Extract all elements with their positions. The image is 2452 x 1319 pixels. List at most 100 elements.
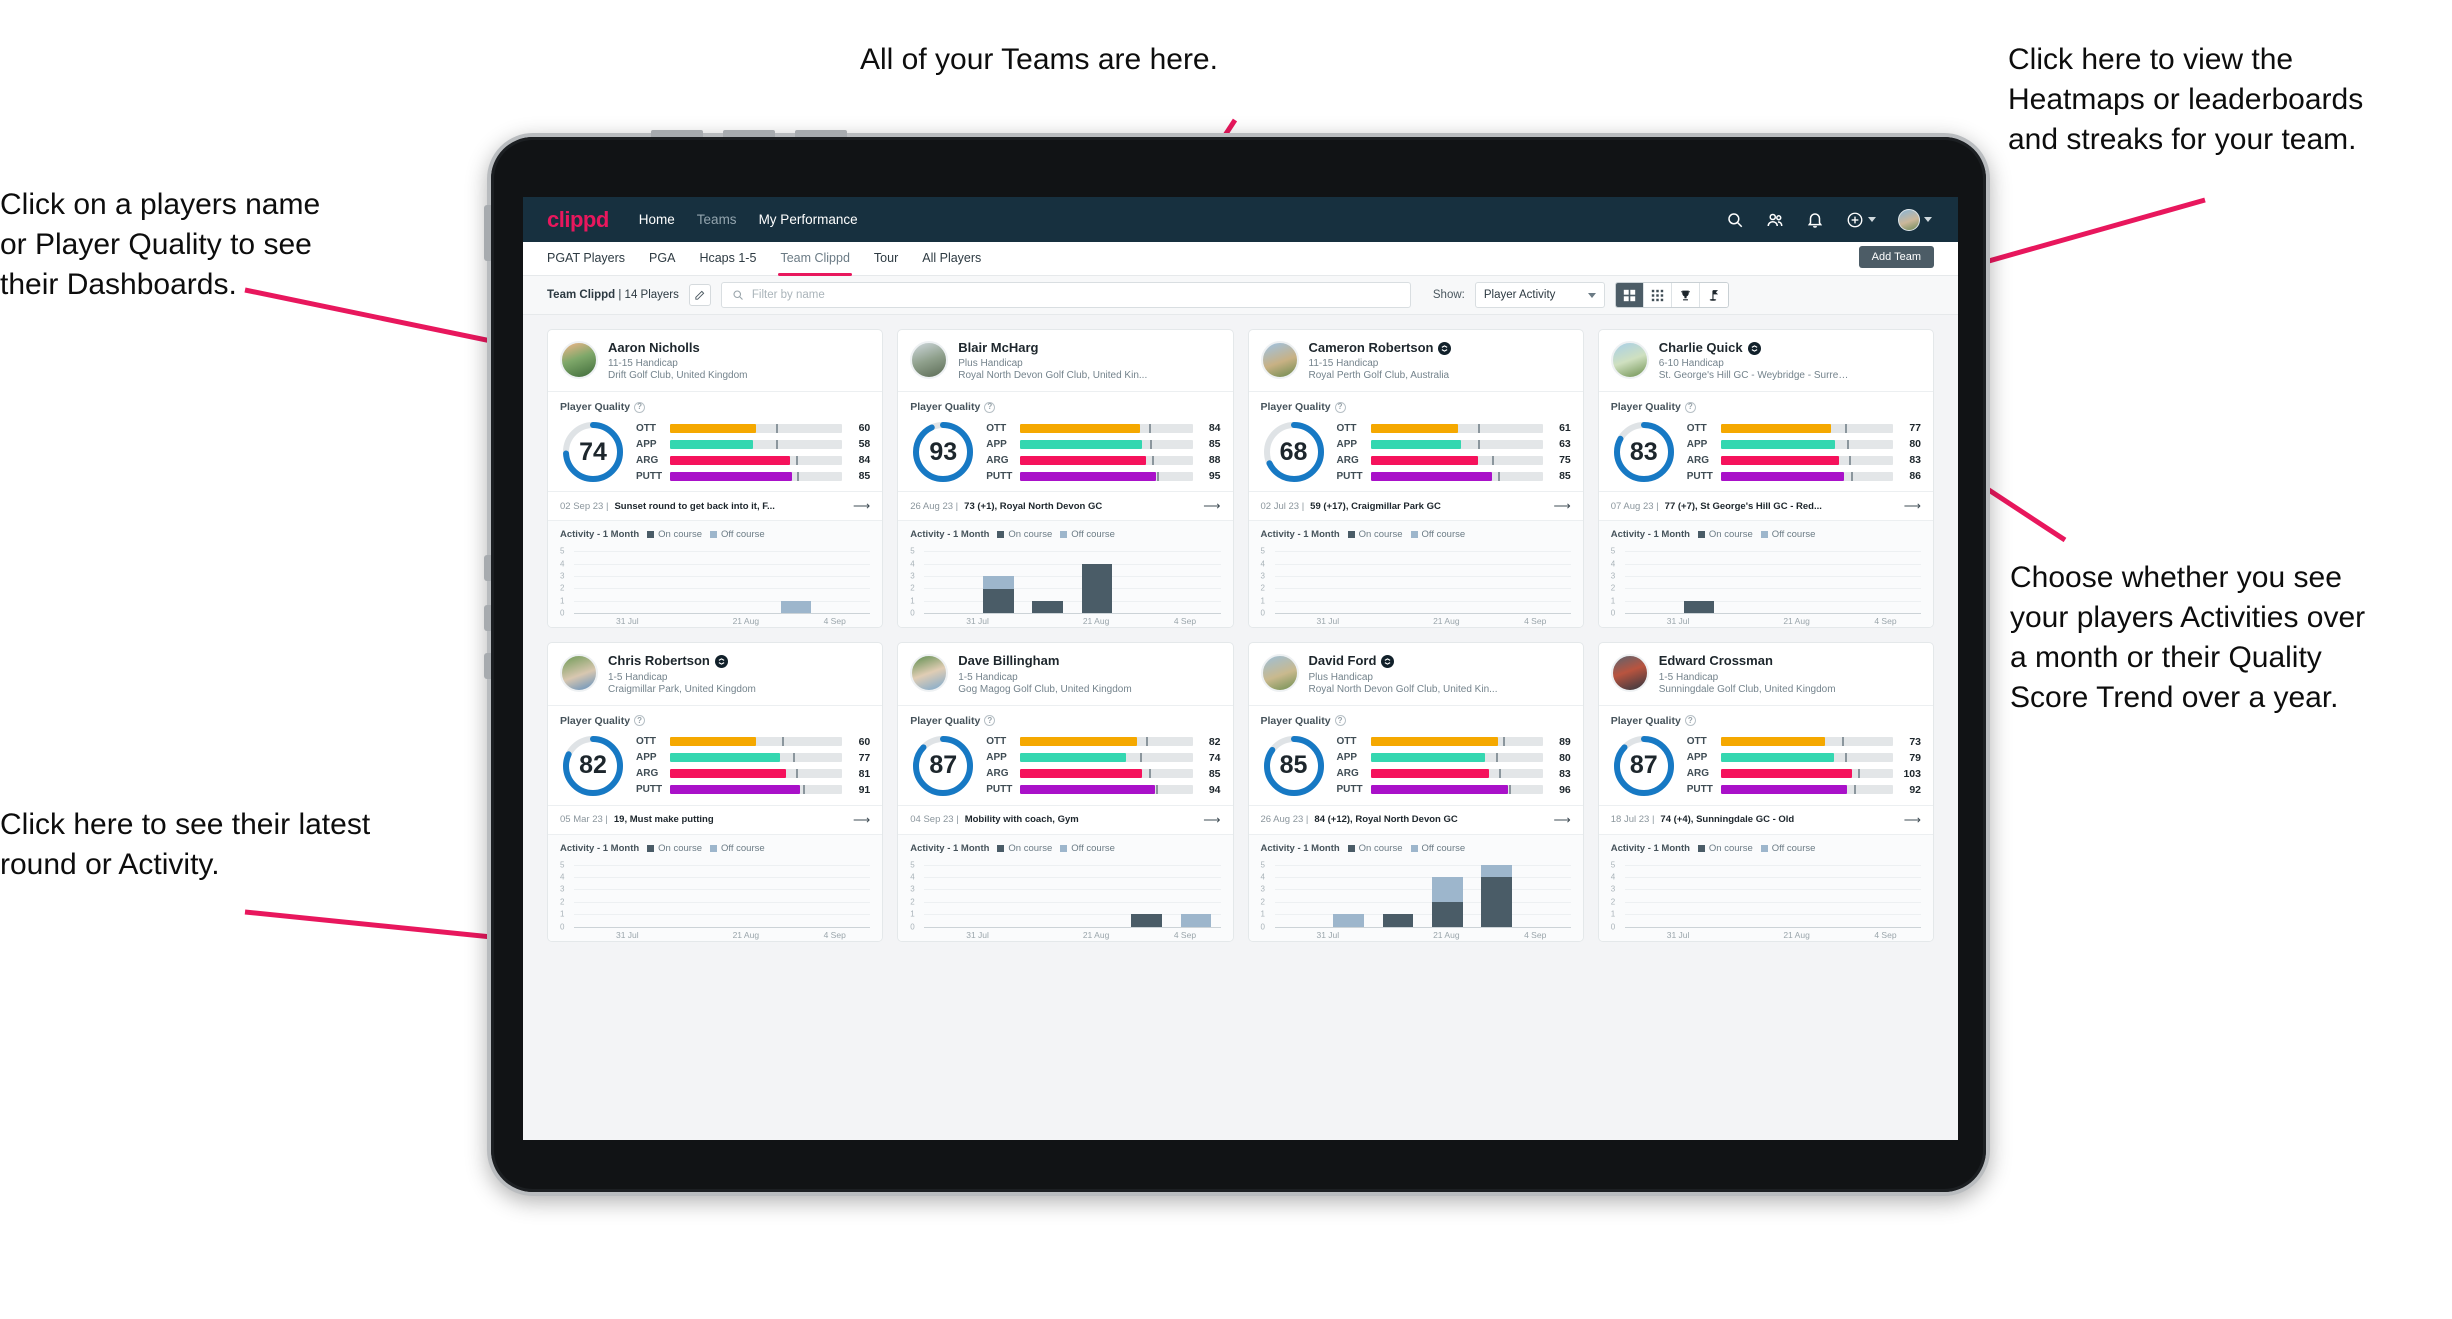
flag-view-button[interactable] [1699,283,1728,307]
activity-title: Activity - 1 Month [560,842,640,854]
player-quality-section[interactable]: Player Quality? 82 OTT 60 APP 77 ARG 81 PUTT 91 [548,704,883,805]
add-team-button[interactable]: Add Team [1858,246,1934,268]
metric-label: ARG [636,768,659,780]
avatar[interactable] [560,341,598,379]
player-card[interactable]: David Ford Plus Handicap Royal North Devon… [1247,642,1584,942]
player-quality-section[interactable]: Player Quality? 68 OTT 61 APP 63 ARG 75 PUTT 85 [1248,391,1583,491]
y-axis-tick: 0 [560,922,565,932]
arrow-right-icon[interactable]: ⟶ [1904,813,1921,827]
help-icon[interactable]: ? [1334,715,1346,727]
nav-link-my-performance[interactable]: My Performance [759,212,858,227]
player-quality-section[interactable]: Player Quality? 93 OTT 84 APP 85 ARG 88 PUTT 95 [898,391,1233,491]
tab-pgat-players[interactable]: PGAT Players [547,251,625,267]
metric-row: OTT 60 [636,422,870,434]
player-name[interactable]: David Ford [1309,653,1498,668]
edit-team-button[interactable] [688,284,711,306]
metric-label: PUTT [986,784,1013,796]
player-name[interactable]: Blair McHarg [958,340,1147,355]
avatar[interactable] [910,341,949,379]
arrow-right-icon[interactable]: ⟶ [1203,499,1220,513]
bar-segment-on-course [1481,877,1512,927]
player-name-text: Edward Crossman [1658,653,1773,669]
player-card[interactable]: Chris Robertson 1-5 Handicap Craigmillar P… [547,642,884,942]
avatar[interactable] [560,654,598,693]
avatar[interactable] [1610,341,1649,379]
nav-link-home[interactable]: Home [639,212,675,227]
player-quality-section[interactable]: Player Quality? 74 OTT 60 APP 58 ARG 84 PUTT 85 [548,391,883,491]
x-axis-tick: 31 Jul [1666,929,1690,940]
tab-team-clippd[interactable]: Team Clippd [778,251,853,276]
help-icon[interactable]: ? [1684,401,1696,413]
player-name[interactable]: Edward Crossman [1658,653,1836,669]
avatar[interactable] [910,654,949,693]
player-card[interactable]: Edward Crossman 1-5 Handicap Sunningdale G… [1597,642,1934,942]
avatar[interactable] [1260,341,1299,379]
latest-round-row[interactable]: 02 Jul 23 | 59 (+17), Craigmillar Park GC… [1248,491,1583,520]
latest-round-row[interactable]: 05 Mar 23 | 19, Must make putting ⟶ [548,804,883,834]
player-name[interactable]: Cameron Robertson [1309,340,1452,355]
metric-bar [1370,439,1543,449]
avatar[interactable] [1610,654,1649,693]
dots-grid-view-button[interactable] [1643,283,1672,307]
arrow-right-icon[interactable]: ⟶ [1904,499,1921,513]
help-icon[interactable]: ? [634,401,646,413]
x-axis-tick: 4 Sep [823,616,846,627]
metric-row: PUTT 86 [1687,470,1921,482]
player-name[interactable]: Aaron Nicholls [608,340,748,355]
latest-round-row[interactable]: 02 Sep 23 | Sunset round to get back into… [548,491,883,520]
arrow-right-icon[interactable]: ⟶ [853,813,870,827]
latest-round-row[interactable]: 26 Aug 23 | 73 (+1), Royal North Devon GC… [898,491,1233,520]
player-card[interactable]: Blair McHarg Plus Handicap Royal North Dev… [897,329,1234,629]
player-card[interactable]: Dave Billingham 1-5 Handicap Gog Magog Gol… [897,642,1234,942]
arrow-right-icon[interactable]: ⟶ [1203,813,1220,827]
account-menu[interactable] [1898,208,1932,231]
help-icon[interactable]: ? [634,715,646,727]
player-name[interactable]: Dave Billingham [958,653,1131,668]
grid-view-button[interactable] [1615,283,1644,307]
help-icon[interactable]: ? [984,401,996,413]
avatar[interactable] [1898,208,1920,231]
arrow-right-icon[interactable]: ⟶ [1554,499,1571,513]
latest-round-row[interactable]: 18 Jul 23 | 74 (+4), Sunningdale GC - Old… [1598,804,1933,834]
player-quality-title: Player Quality? [1611,401,1921,413]
tab-pga[interactable]: PGA [649,251,675,267]
metric-bar-marker [775,423,778,433]
player-club: Drift Golf Club, United Kingdom [608,370,748,382]
search-input[interactable]: Filter by name [720,282,1411,308]
arrow-right-icon[interactable]: ⟶ [853,499,870,513]
player-name[interactable]: Charlie Quick [1659,340,1849,355]
player-card-header: Edward Crossman 1-5 Handicap Sunningdale G… [1599,643,1933,704]
arrow-right-icon[interactable]: ⟶ [1554,813,1571,827]
show-select[interactable]: Player Activity [1474,282,1605,308]
latest-round-row[interactable]: 26 Aug 23 | 84 (+12), Royal North Devon G… [1248,804,1583,834]
player-card[interactable]: Cameron Robertson 11-15 Handicap Royal Per… [1247,329,1584,629]
player-name[interactable]: Chris Robertson [608,653,756,668]
y-axis-tick: 5 [1260,546,1265,556]
people-icon[interactable] [1766,211,1784,229]
player-quality-section[interactable]: Player Quality? 83 OTT 77 APP 80 ARG 83 PUTT 86 [1598,391,1933,491]
avatar[interactable] [1260,654,1299,693]
player-quality-section[interactable]: Player Quality? 87 OTT 82 APP 74 ARG 85 PUTT 94 [898,704,1233,805]
metric-bar-fill [1020,439,1142,449]
player-card[interactable]: Charlie Quick 6-10 Handicap St. George's H… [1597,329,1934,629]
tab-tour[interactable]: Tour [874,251,898,267]
bell-icon[interactable] [1806,211,1824,229]
player-quality-section[interactable]: Player Quality? 87 OTT 73 APP 79 ARG 103 PUTT 92 [1598,704,1933,805]
player-quality-section[interactable]: Player Quality? 85 OTT 89 APP 80 ARG 83 PUTT 96 [1248,704,1583,805]
tab-all-players[interactable]: All Players [922,251,981,267]
player-card[interactable]: Aaron Nicholls 11-15 Handicap Drift Golf C… [547,329,884,629]
create-menu[interactable] [1846,211,1876,229]
tab-hcaps-1-5[interactable]: Hcaps 1-5 [699,251,756,267]
help-icon[interactable]: ? [1684,715,1696,727]
filter-toolbar: Team Clippd | 14 Players Filter by name … [523,275,1958,315]
nav-link-teams[interactable]: Teams [697,212,737,227]
help-icon[interactable]: ? [1334,401,1346,413]
help-icon[interactable]: ? [984,715,996,727]
plus-circle-icon[interactable] [1846,211,1864,229]
clippd-logo[interactable]: clippd [547,207,609,233]
trophy-view-button[interactable] [1671,283,1700,307]
latest-round-row[interactable]: 04 Sep 23 | Mobility with coach, Gym ⟶ [898,804,1233,834]
search-icon[interactable] [1726,211,1744,229]
latest-round-row[interactable]: 07 Aug 23 | 77 (+7), St George's Hill GC … [1598,491,1933,520]
player-handicap: 6-10 Handicap [1658,358,1724,370]
